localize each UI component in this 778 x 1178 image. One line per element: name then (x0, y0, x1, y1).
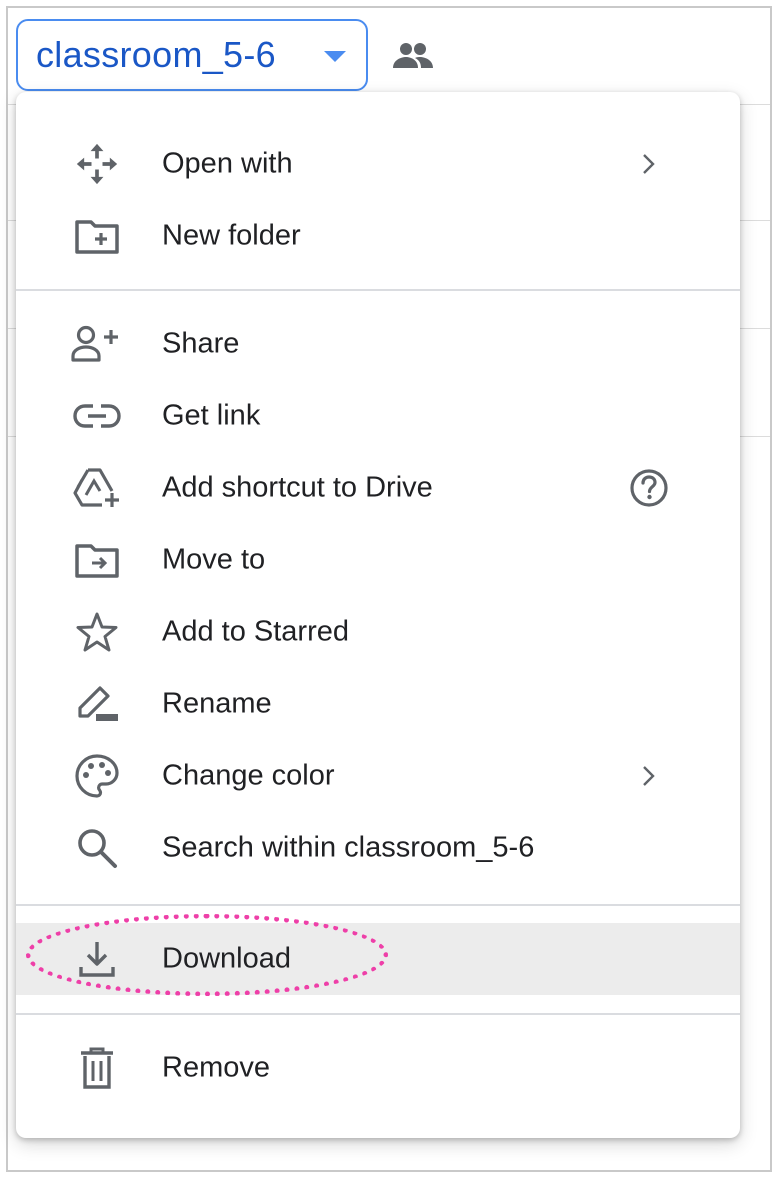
chevron-down-icon (324, 50, 346, 68)
palette-icon (71, 754, 123, 798)
menu-separator (16, 1013, 740, 1015)
menu-item-change-color[interactable]: Change color (16, 740, 740, 812)
menu-item-label: Move to (162, 543, 266, 576)
open-with-icon (71, 143, 123, 185)
search-icon (71, 828, 123, 868)
menu-item-add-to-starred[interactable]: Add to Starred (16, 596, 740, 668)
menu-item-search-within[interactable]: Search within classroom_5-6 (16, 812, 740, 884)
new-folder-icon (71, 216, 123, 256)
menu-separator (16, 904, 740, 906)
rename-pencil-icon (71, 684, 123, 724)
menu-item-label: Search within classroom_5-6 (162, 831, 535, 864)
menu-item-share[interactable]: Share (16, 308, 740, 380)
people-icon (393, 40, 433, 75)
chevron-right-icon (629, 144, 669, 184)
help-icon[interactable] (629, 468, 669, 508)
menu-separator (16, 289, 740, 291)
menu-item-remove[interactable]: Remove (16, 1032, 740, 1104)
menu-item-label: New folder (162, 219, 301, 252)
star-icon (71, 612, 123, 652)
annotation-highlight-ellipse (26, 914, 388, 996)
menu-item-label: Rename (162, 687, 272, 720)
trash-icon (71, 1047, 123, 1089)
person-add-icon (71, 324, 123, 364)
menu-item-add-shortcut[interactable]: Add shortcut to Drive (16, 452, 740, 524)
chevron-right-icon (629, 756, 669, 796)
menu-item-open-with[interactable]: Open with (16, 128, 740, 200)
menu-item-move-to[interactable]: Move to (16, 524, 740, 596)
menu-item-label: Open with (162, 147, 293, 180)
menu-item-new-folder[interactable]: New folder (16, 200, 740, 272)
menu-item-label: Get link (162, 399, 261, 432)
menu-item-label: Change color (162, 759, 335, 792)
add-shortcut-icon (71, 468, 123, 508)
folder-name: classroom_5-6 (36, 34, 276, 75)
menu-item-get-link[interactable]: Get link (16, 380, 740, 452)
menu-item-label: Add shortcut to Drive (162, 471, 433, 504)
menu-item-label: Add to Starred (162, 615, 349, 648)
move-to-folder-icon (71, 540, 123, 580)
link-icon (71, 396, 123, 436)
folder-name-dropdown[interactable]: classroom_5-6 (16, 19, 368, 91)
menu-item-label: Remove (162, 1051, 270, 1084)
menu-item-label: Share (162, 327, 240, 360)
menu-item-rename[interactable]: Rename (16, 668, 740, 740)
